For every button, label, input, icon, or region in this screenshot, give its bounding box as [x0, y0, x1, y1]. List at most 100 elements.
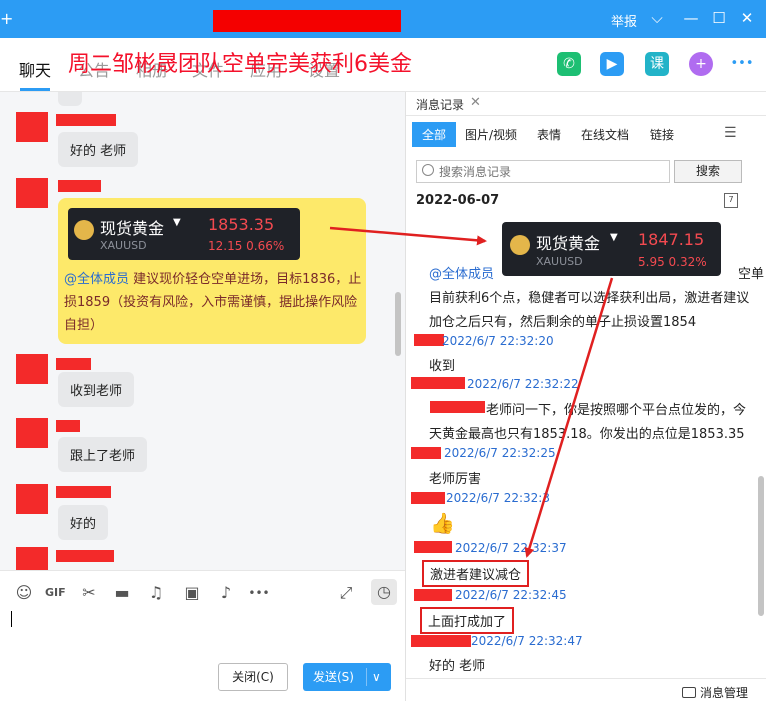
- video-icon[interactable]: ▶: [600, 52, 624, 76]
- search-button[interactable]: 搜索: [674, 160, 742, 183]
- send-label: 发送(S): [313, 670, 354, 684]
- filter-all[interactable]: 全部: [412, 122, 457, 147]
- highlighted-message: 上面打成加了: [420, 607, 515, 634]
- active-tab-indicator: [20, 88, 50, 91]
- close-history-icon[interactable]: ✕: [470, 95, 481, 110]
- redacted-sender-name: [56, 358, 91, 370]
- divider: [406, 115, 766, 116]
- image-icon[interactable]: ▣: [182, 583, 202, 603]
- history-text: 空单: [738, 267, 765, 282]
- search-icon: [422, 164, 434, 176]
- message-manage-button[interactable]: 消息管理: [682, 684, 748, 701]
- redacted-sender-name: [56, 486, 111, 498]
- message-timestamp: 2022/6/7 22:32:25: [444, 446, 556, 460]
- avatar[interactable]: [16, 418, 48, 448]
- message-composer: ☺ GIF ✂ ▬ ♫ ▣ ♪ ••• ⤢ ◷ 关闭(C) 发送(S) ∨: [0, 570, 405, 701]
- redacted-sender-name: [58, 180, 101, 192]
- history-text: 收到: [429, 359, 456, 374]
- redacted-sender: [411, 492, 445, 504]
- gif-icon[interactable]: GIF: [45, 583, 66, 603]
- history-icon[interactable]: ◷: [371, 579, 397, 605]
- send-divider: [366, 668, 367, 686]
- chat-scrollbar[interactable]: [395, 292, 401, 356]
- message-bubble: 好的 老师: [58, 132, 139, 167]
- message-timestamp: 2022/6/7 22:32:22: [467, 377, 579, 391]
- redacted-sender-name: [56, 550, 114, 562]
- more-icon[interactable]: •••: [730, 52, 754, 76]
- message-bubble-partial: [58, 92, 82, 106]
- avatar[interactable]: [16, 547, 48, 570]
- quote-code: XAUUSD: [536, 255, 583, 268]
- quote-name: 现货黄金: [100, 219, 165, 238]
- history-text: 老师厉害: [429, 472, 482, 487]
- group-tabs: 聊天 公告 相册 文件 应用 设置 周二邹彬晟团队空单完美获利6美金 ✆ ▶ 课…: [0, 38, 766, 92]
- redacted-sender: [411, 447, 441, 459]
- caret-down-icon: ▼: [610, 232, 618, 243]
- folder-icon[interactable]: ▬: [112, 583, 132, 603]
- tab-chat[interactable]: 聊天: [19, 57, 51, 81]
- redacted-sender: [411, 635, 471, 647]
- filter-docs[interactable]: 在线文档: [581, 126, 629, 143]
- scissors-icon[interactable]: ✂: [79, 583, 99, 603]
- history-search-input[interactable]: [439, 163, 659, 180]
- overlay-headline: 周二邹彬晟团队空单完美获利6美金: [68, 52, 412, 77]
- minimize-icon[interactable]: —: [682, 9, 700, 27]
- send-button[interactable]: 发送(S) ∨: [303, 663, 391, 691]
- music-icon[interactable]: ♫: [146, 583, 166, 603]
- message-bubble: 好的: [58, 505, 109, 540]
- quote-name: 现货黄金: [536, 234, 601, 253]
- chat-messages[interactable]: 好的 老师 现货黄金 ▼ XAUUSD 1853.35 12.15 0.66% …: [0, 92, 405, 570]
- quote-code: XAUUSD: [100, 239, 147, 252]
- history-text: 加仓之后只有，然后剩余的单子止损设置1854: [429, 315, 697, 330]
- mention-all: @全体成员: [429, 267, 495, 282]
- close-icon[interactable]: ✕: [738, 9, 756, 27]
- caret-down-icon: ▼: [173, 217, 181, 228]
- app-window: + 举报 ⌵ — ☐ ✕ 聊天 公告 相册 文件 应用 设置 周二邹彬晟团队空单…: [0, 0, 766, 701]
- avatar[interactable]: [16, 484, 48, 514]
- redacted-sender: [430, 401, 485, 413]
- chevron-down-icon[interactable]: ⌵: [648, 9, 666, 27]
- filter-settings-icon[interactable]: ☰: [724, 125, 737, 141]
- gold-coin-icon: [510, 235, 530, 255]
- add-icon[interactable]: +: [0, 9, 13, 28]
- gold-quote-card[interactable]: 现货黄金 ▼ XAUUSD 1847.15 5.95 0.32%: [502, 222, 721, 276]
- message-timestamp: 2022/6/7 22:32:20: [442, 334, 554, 348]
- redacted-sender-name: [56, 114, 116, 126]
- history-text: 好的 老师: [429, 659, 486, 674]
- report-button[interactable]: 举报: [611, 11, 637, 30]
- bell-icon[interactable]: ♪: [216, 583, 236, 603]
- maximize-icon[interactable]: ☐: [710, 9, 728, 27]
- message-timestamp: 2022/6/7 22:32:37: [455, 541, 567, 555]
- mention-all[interactable]: @全体成员: [64, 272, 129, 287]
- calendar-icon[interactable]: 7: [724, 193, 738, 208]
- message-bubble: 收到老师: [58, 372, 135, 407]
- quote-price: 1847.15: [638, 230, 705, 249]
- redacted-group-title: [213, 10, 401, 32]
- quote-change: 12.15 0.66%: [208, 239, 285, 253]
- avatar[interactable]: [16, 112, 48, 142]
- more-tools-icon[interactable]: •••: [246, 583, 272, 603]
- quote-change: 5.95 0.32%: [638, 255, 707, 269]
- redacted-sender: [411, 377, 465, 389]
- history-text: 老师问一下，你是按照哪个平台点位发的，今: [486, 403, 747, 418]
- expand-icon[interactable]: ⤢: [336, 583, 356, 603]
- filter-links[interactable]: 链接: [650, 126, 674, 143]
- emoji-icon[interactable]: ☺: [14, 583, 34, 603]
- gold-quote-card[interactable]: 现货黄金 ▼ XAUUSD 1853.35 12.15 0.66%: [68, 208, 300, 260]
- send-options-icon[interactable]: ∨: [372, 663, 381, 691]
- highlighted-message: 现货黄金 ▼ XAUUSD 1853.35 12.15 0.66% @全体成员 …: [58, 198, 366, 344]
- course-icon[interactable]: 课: [645, 52, 669, 76]
- text-cursor[interactable]: [11, 611, 12, 627]
- divider: [406, 678, 766, 679]
- redacted-sender: [414, 589, 452, 601]
- phone-icon[interactable]: ✆: [557, 52, 581, 76]
- history-tab[interactable]: 消息记录: [416, 96, 464, 113]
- message-bubble: 跟上了老师: [58, 437, 148, 472]
- avatar[interactable]: [16, 178, 48, 208]
- avatar[interactable]: [16, 354, 48, 384]
- filter-stickers[interactable]: 表情: [537, 126, 561, 143]
- close-button[interactable]: 关闭(C): [218, 663, 288, 691]
- filter-media[interactable]: 图片/视频: [465, 126, 517, 143]
- plus-icon[interactable]: +: [689, 52, 713, 76]
- history-scrollbar[interactable]: [758, 476, 764, 616]
